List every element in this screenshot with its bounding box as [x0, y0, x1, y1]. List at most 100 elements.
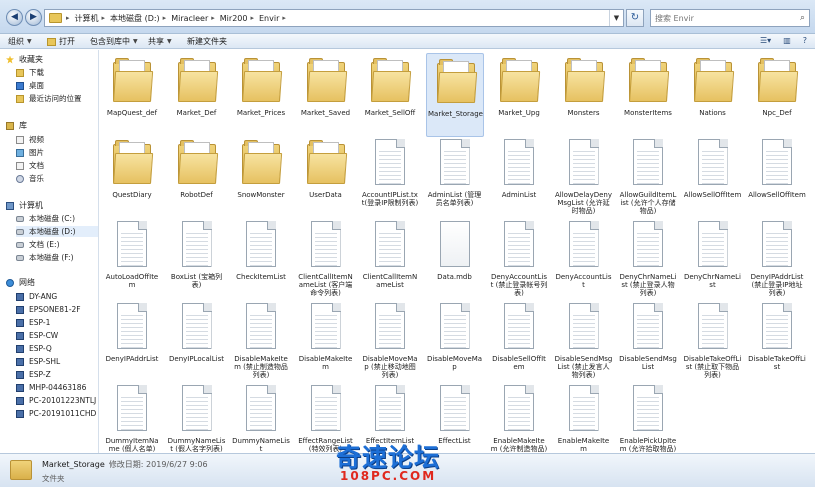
file-item[interactable]: DenyAccountList (禁止登录帐号列表): [490, 217, 548, 301]
nav-item-videos[interactable]: 视频: [16, 134, 44, 145]
include-library-button[interactable]: 包含到库中 ▼: [90, 36, 138, 47]
nav-item-network-pc[interactable]: ESP-SHL: [16, 356, 60, 367]
file-item[interactable]: DisableMakeItem (禁止制造物品列表): [232, 299, 290, 383]
file-item[interactable]: DisableMakeItem: [297, 299, 355, 383]
nav-item-network-pc[interactable]: EPSONE81-2F: [16, 304, 81, 315]
folder-item[interactable]: UserData: [297, 135, 355, 219]
nav-item-network-pc[interactable]: ESP-Z: [16, 369, 51, 380]
folder-item[interactable]: Market_Saved: [297, 53, 355, 137]
file-item[interactable]: DenyIPAddrList (禁止登录IP地址列表): [748, 217, 806, 301]
file-item[interactable]: ClientCallItemNameList (客户端命令列表): [297, 217, 355, 301]
back-arrow-icon: ◀: [11, 12, 18, 22]
file-item[interactable]: DisableMoveMap (禁止移动地图列表): [361, 299, 419, 383]
file-item[interactable]: DisableTakeOffList: [748, 299, 806, 383]
file-item[interactable]: AllowSellOffItem: [684, 135, 742, 219]
folder-item[interactable]: Market_SellOff: [361, 53, 419, 137]
text-file-icon: [694, 221, 732, 267]
file-item[interactable]: DenyChrNameList (禁止登录人物列表): [619, 217, 677, 301]
file-item[interactable]: AccountIPList.txt(登录IP限制列表): [361, 135, 419, 219]
nav-item-network-pc[interactable]: ESP-1: [16, 317, 50, 328]
share-button[interactable]: 共享 ▼: [148, 36, 172, 47]
nav-favorites[interactable]: 收藏夹: [6, 54, 43, 65]
help-icon[interactable]: ?: [803, 36, 807, 45]
address-dropdown-button[interactable]: ▼: [609, 10, 623, 26]
file-item[interactable]: Data.mdb: [426, 217, 484, 301]
breadcrumb-envir[interactable]: Envir: [259, 14, 279, 23]
nav-computer[interactable]: 计算机: [6, 200, 43, 211]
nav-item-pictures[interactable]: 图片: [16, 147, 44, 158]
nav-network[interactable]: 网络: [6, 277, 35, 288]
file-item[interactable]: DenyIPLocalList: [168, 299, 226, 383]
nav-item-documents[interactable]: 文档: [16, 160, 44, 171]
view-options-icon[interactable]: ☰▾: [760, 36, 771, 45]
forward-button[interactable]: ▶: [25, 9, 42, 26]
nav-item-network-pc[interactable]: PC-20101223NTLJ: [16, 395, 96, 406]
nav-item-downloads[interactable]: 下载: [16, 67, 44, 78]
file-item[interactable]: DenyIPAddrList: [103, 299, 161, 383]
folder-item[interactable]: Market_Storage: [425, 53, 484, 137]
file-item[interactable]: DummyNameList: [232, 381, 290, 453]
file-item[interactable]: BoxList (宝箱列表): [168, 217, 226, 301]
new-folder-button[interactable]: 新建文件夹: [187, 36, 227, 47]
address-bar[interactable]: ▸ 计算机 ▸ 本地磁盘 (D:) ▸ Miracleer ▸ Mir200 ▸…: [44, 9, 624, 27]
organize-button[interactable]: 组织 ▼: [8, 36, 32, 47]
file-item[interactable]: AllowSellOffItem: [748, 135, 806, 219]
file-item[interactable]: DummyItemName (假人名单): [103, 381, 161, 453]
folder-item[interactable]: RobotDef: [168, 135, 226, 219]
nav-item-network-pc[interactable]: ESP-Q: [16, 343, 52, 354]
folder-item[interactable]: SnowMonster: [232, 135, 290, 219]
file-item[interactable]: AllowGuildItemList (允许个人存储物品): [619, 135, 677, 219]
file-item[interactable]: AllowDelayDenyMsgList (允许延时物品): [555, 135, 613, 219]
file-item[interactable]: DisableTakeOffList (禁止取下物品列表): [684, 299, 742, 383]
folder-item[interactable]: QuestDiary: [103, 135, 161, 219]
nav-item-drive-e[interactable]: 文档 (E:): [16, 239, 60, 250]
open-button[interactable]: 打开: [47, 36, 75, 47]
breadcrumb-mir200[interactable]: Mir200: [220, 14, 248, 23]
file-item[interactable]: AdminList (管理员名单列表): [426, 135, 484, 219]
nav-item-desktop[interactable]: 桌面: [16, 80, 44, 91]
refresh-button[interactable]: ↻: [626, 9, 644, 27]
nav-item-recent[interactable]: 最近访问的位置: [16, 93, 82, 104]
breadcrumb-drive-d[interactable]: 本地磁盘 (D:): [110, 13, 160, 24]
breadcrumb-miracleer[interactable]: Miracleer: [171, 14, 208, 23]
folder-item[interactable]: Market_Prices: [232, 53, 290, 137]
file-name: AllowDelayDenyMsgList (允许延时物品): [554, 191, 613, 215]
file-item[interactable]: DisableSendMsgList (禁止发言人物列表): [555, 299, 613, 383]
nav-item-drive-d[interactable]: 本地磁盘 (D:): [16, 226, 98, 237]
folder-item[interactable]: Market_Def: [168, 53, 226, 137]
file-item[interactable]: DummyNameList (假人名字列表): [168, 381, 226, 453]
back-button[interactable]: ◀: [6, 9, 23, 26]
file-item[interactable]: DenyChrNameList: [684, 217, 742, 301]
nav-libraries[interactable]: 库: [6, 120, 27, 131]
folder-item[interactable]: Monsters: [555, 53, 613, 137]
search-box[interactable]: ⌕: [650, 9, 810, 27]
nav-item-drive-c[interactable]: 本地磁盘 (C:): [16, 213, 75, 224]
preview-pane-icon[interactable]: ▥: [783, 36, 791, 45]
nav-item-network-pc[interactable]: PC-20191011CHD: [16, 408, 96, 419]
nav-item-drive-f[interactable]: 本地磁盘 (F:): [16, 252, 74, 263]
file-item[interactable]: CheckItemList: [232, 217, 290, 301]
nav-item-music[interactable]: 音乐: [16, 173, 44, 184]
file-item[interactable]: DenyAccountList: [555, 217, 613, 301]
file-item[interactable]: EnableMakeItem (允许制造物品): [490, 381, 548, 453]
file-item[interactable]: EnableMakeItem: [555, 381, 613, 453]
watermark-en: 108PC.COM: [340, 469, 437, 483]
file-item[interactable]: DisableSendMsgList: [619, 299, 677, 383]
search-input[interactable]: [655, 13, 790, 23]
nav-item-network-pc[interactable]: MHP-04463186: [16, 382, 86, 393]
folder-item[interactable]: MonsterItems: [619, 53, 677, 137]
file-item[interactable]: EnablePickUpItem (允许拾取物品): [619, 381, 677, 453]
file-item[interactable]: AdminList: [490, 135, 548, 219]
folder-item[interactable]: Market_Upg: [490, 53, 548, 137]
folder-item[interactable]: Nations: [684, 53, 742, 137]
nav-item-network-pc[interactable]: DY-ANG: [16, 291, 57, 302]
file-item[interactable]: DisableSellOffItem: [490, 299, 548, 383]
text-file-icon: [242, 303, 280, 349]
file-item[interactable]: ClientCallItemNameList: [361, 217, 419, 301]
file-item[interactable]: DisableMoveMap: [426, 299, 484, 383]
folder-item[interactable]: Npc_Def: [748, 53, 806, 137]
breadcrumb-computer[interactable]: 计算机: [75, 13, 99, 24]
nav-item-network-pc[interactable]: ESP-CW: [16, 330, 58, 341]
file-item[interactable]: AutoLoadOffItem: [103, 217, 161, 301]
folder-item[interactable]: MapQuest_def: [103, 53, 161, 137]
